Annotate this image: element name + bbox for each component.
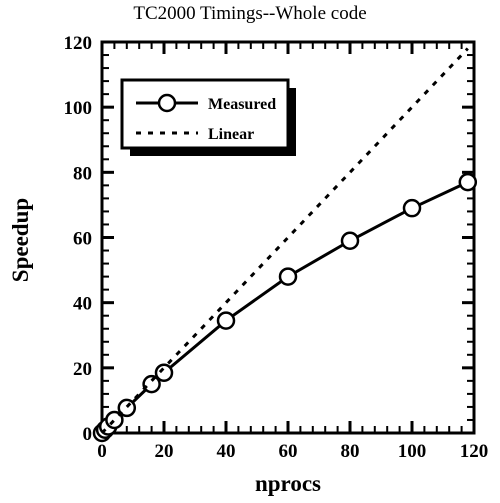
x-tick-label: 20 <box>155 441 174 462</box>
y-tick-label: 60 <box>73 229 92 250</box>
x-tick-label: 80 <box>341 441 360 462</box>
y-tick-label: 80 <box>73 163 92 184</box>
x-axis-tick-labels: 0 20 40 60 80 100 120 <box>97 441 488 462</box>
x-tick-label: 100 <box>398 441 427 462</box>
x-tick-label: 120 <box>460 441 489 462</box>
x-tick-label: 60 <box>279 441 298 462</box>
chart-legend: Measured Linear <box>120 78 296 156</box>
data-point-marker <box>216 311 236 330</box>
plot-area: 0 20 40 60 80 100 120 0 20 40 60 80 100 120 nprocs S… <box>8 33 488 496</box>
x-axis-title: nprocs <box>255 471 321 496</box>
y-tick-label: 0 <box>83 424 93 445</box>
data-point-marker <box>340 231 360 251</box>
y-tick-label: 100 <box>64 98 93 119</box>
series-line-measured <box>100 180 469 435</box>
data-point-marker <box>458 172 478 192</box>
data-point-marker <box>154 363 174 382</box>
chart-figure: TC2000 Timings--Whole code 0 20 40 60 80 100 1… <box>0 0 500 503</box>
x-tick-label: 40 <box>217 441 236 462</box>
data-point-marker <box>278 267 298 286</box>
x-tick-label: 0 <box>97 441 107 462</box>
y-tick-label: 120 <box>64 33 93 54</box>
legend-box <box>120 78 290 150</box>
legend-label-linear: Linear <box>208 126 254 143</box>
y-tick-label: 20 <box>73 359 92 380</box>
data-point-marker <box>402 198 422 218</box>
legend-label-measured: Measured <box>208 96 276 113</box>
legend-marker-measured <box>157 93 177 113</box>
y-tick-label: 40 <box>73 294 92 315</box>
y-axis-title: Speedup <box>8 198 33 282</box>
y-axis-tick-labels: 0 20 40 60 80 100 120 <box>64 33 93 445</box>
